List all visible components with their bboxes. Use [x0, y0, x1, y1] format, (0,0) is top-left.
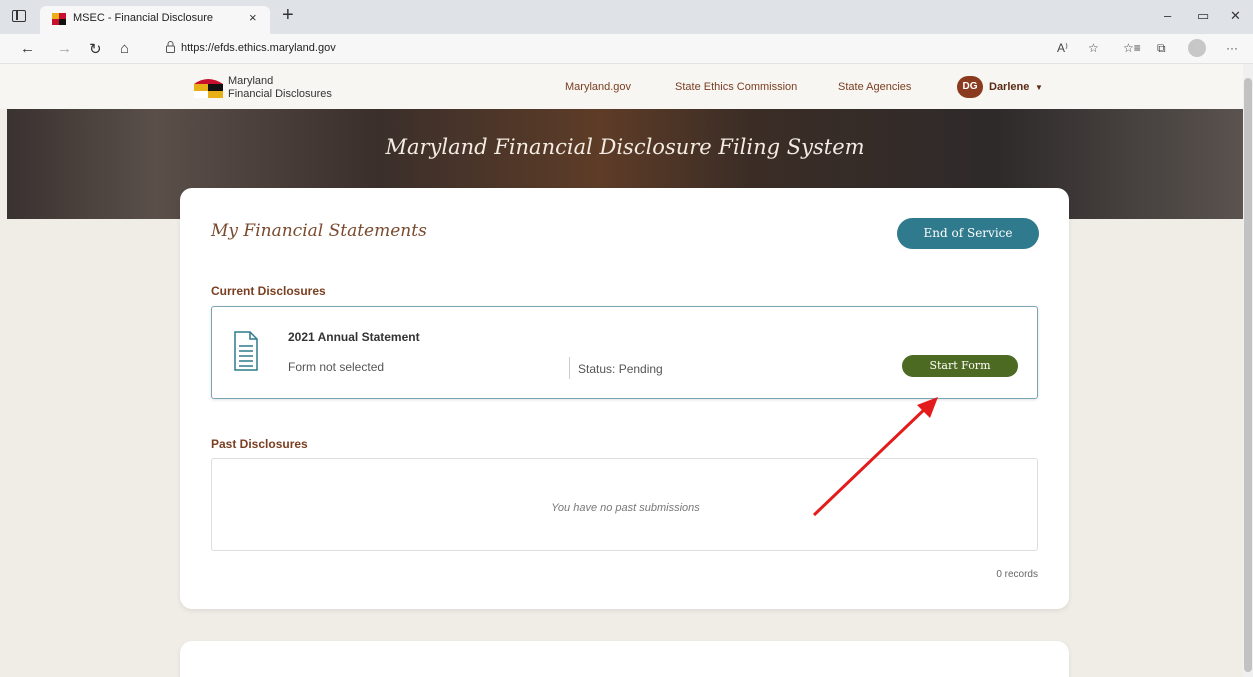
scrollbar-thumb[interactable]	[1244, 78, 1252, 672]
status-badge: Status: Pending	[578, 362, 663, 376]
minimize-icon[interactable]: –	[1164, 8, 1171, 23]
current-disclosures-label: Current Disclosures	[211, 284, 326, 298]
refresh-icon[interactable]: ↻	[89, 40, 102, 58]
url-field[interactable]: https://efds.ethics.maryland.gov	[152, 37, 1052, 61]
back-icon[interactable]: ←	[20, 40, 35, 57]
browser-tab-bar: MSEC - Financial Disclosure × + – ▭ ✕	[0, 0, 1253, 34]
home-icon[interactable]: ⌂	[120, 40, 129, 57]
favorites-list-icon[interactable]: ☆≡	[1123, 41, 1141, 55]
start-form-button[interactable]: Start Form	[902, 355, 1018, 377]
nav-link-maryland-gov[interactable]: Maryland.gov	[565, 81, 631, 93]
url-text: https://efds.ethics.maryland.gov	[181, 42, 336, 54]
chevron-down-icon[interactable]: ▼	[1035, 83, 1043, 92]
scrollbar[interactable]	[1243, 64, 1253, 677]
tab-close-icon[interactable]: ×	[249, 10, 257, 25]
past-disclosures-list: You have no past submissions	[211, 458, 1038, 551]
browser-address-bar: ← → ↻ ⌂ https://efds.ethics.maryland.gov…	[0, 34, 1253, 64]
new-tab-icon[interactable]: +	[282, 5, 294, 25]
lock-icon	[166, 41, 175, 53]
nav-link-ethics-commission[interactable]: State Ethics Commission	[675, 81, 797, 93]
disclosure-title: 2021 Annual Statement	[288, 330, 420, 344]
secondary-card	[180, 641, 1069, 677]
profile-icon[interactable]	[1188, 39, 1206, 57]
past-disclosures-label: Past Disclosures	[211, 437, 308, 451]
user-menu[interactable]: Darlene	[989, 81, 1029, 93]
page-title: Maryland Financial Disclosure Filing Sys…	[385, 135, 865, 159]
read-aloud-icon[interactable]: A⁾	[1057, 41, 1068, 55]
logo-title[interactable]: Maryland	[228, 75, 273, 87]
maryland-flag-icon	[52, 13, 66, 25]
records-count: 0 records	[996, 569, 1038, 580]
sidebar-icon[interactable]	[12, 10, 26, 22]
site-header: Maryland Financial Disclosures Maryland.…	[0, 64, 1243, 109]
more-icon[interactable]: ···	[1226, 41, 1238, 55]
maryland-flag-logo-icon[interactable]	[192, 76, 225, 100]
restore-icon[interactable]: ▭	[1197, 8, 1209, 24]
collections-icon[interactable]: ⧉	[1157, 41, 1166, 56]
disclosure-form-status: Form not selected	[288, 360, 385, 374]
favorite-icon[interactable]: ☆	[1088, 41, 1099, 55]
logo-subtitle[interactable]: Financial Disclosures	[228, 88, 332, 100]
nav-link-state-agencies[interactable]: State Agencies	[838, 81, 911, 93]
disclosure-item: 2021 Annual Statement Form not selected …	[211, 306, 1038, 399]
close-window-icon[interactable]: ✕	[1230, 8, 1241, 24]
divider	[569, 357, 570, 379]
financial-statements-card: My Financial Statements End of Service C…	[180, 188, 1069, 609]
document-icon	[234, 331, 258, 371]
empty-state-text: You have no past submissions	[551, 502, 700, 514]
browser-tab[interactable]: MSEC - Financial Disclosure ×	[40, 6, 270, 34]
avatar[interactable]: DG	[957, 76, 983, 98]
end-of-service-button[interactable]: End of Service	[897, 218, 1039, 249]
tab-title: MSEC - Financial Disclosure	[73, 12, 213, 24]
forward-icon[interactable]: →	[57, 40, 72, 57]
section-title: My Financial Statements	[211, 221, 427, 241]
